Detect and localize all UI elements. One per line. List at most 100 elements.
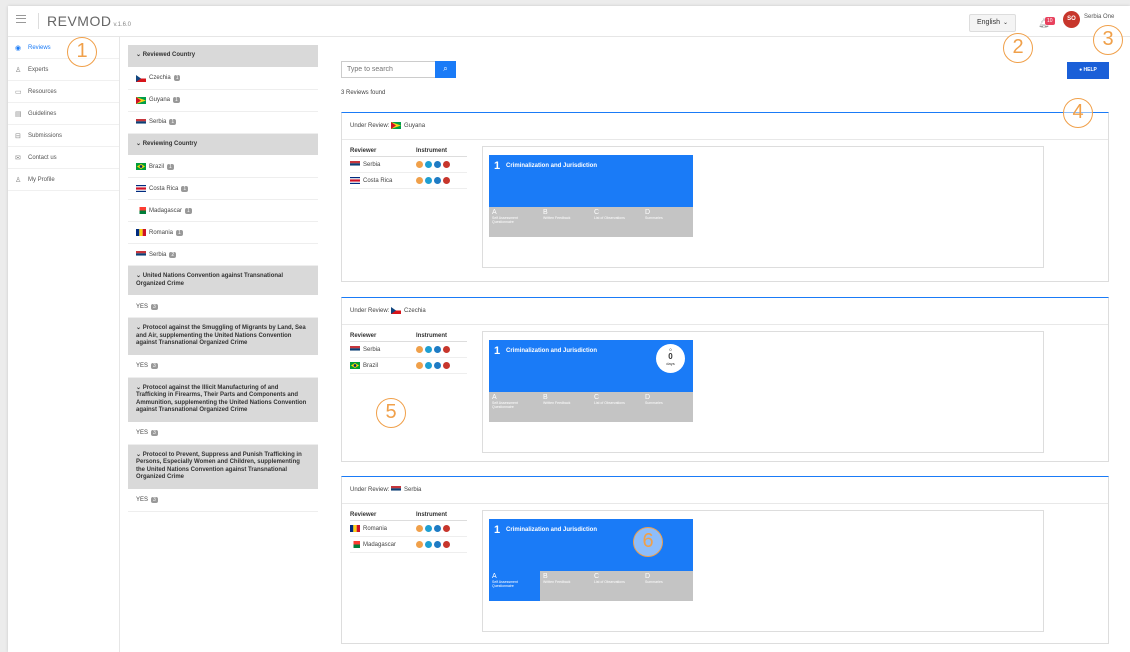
- filter-option-yes[interactable]: YES 3: [128, 356, 318, 378]
- stage-d[interactable]: D Summaries: [642, 571, 693, 601]
- filter-option-madagascar[interactable]: Madagascar 1: [128, 200, 318, 222]
- filter-option-serbia-reviewing[interactable]: Serbia 2: [128, 244, 318, 266]
- stage-d[interactable]: D Summaries: [642, 392, 693, 422]
- reviewer-table-header: Reviewer Instrument: [350, 333, 467, 342]
- user-avatar[interactable]: SO: [1063, 11, 1080, 28]
- reviewer-name[interactable]: Romania: [363, 526, 387, 532]
- filter-option-costa-rica[interactable]: Costa Rica 1: [128, 178, 318, 200]
- sidebar-item-contact-us[interactable]: ✉ Contact us: [8, 147, 119, 169]
- callout-4: 4: [1063, 98, 1093, 128]
- stage-b[interactable]: B Written Feedback: [540, 392, 591, 422]
- untoc-icon[interactable]: [416, 362, 423, 369]
- smuggling-protocol-icon[interactable]: [425, 346, 432, 353]
- stage-c[interactable]: C List of Observations: [591, 392, 642, 422]
- help-button[interactable]: ● HELP: [1067, 62, 1109, 79]
- firearms-protocol-icon[interactable]: [434, 541, 441, 548]
- chapter-title: Criminalization and Jurisdiction: [506, 348, 598, 354]
- smuggling-protocol-icon[interactable]: [425, 161, 432, 168]
- stage-desc: Written Feedback: [543, 401, 571, 405]
- sidebar-item-submissions[interactable]: ⊟ Submissions: [8, 125, 119, 147]
- sidebar-item-my-profile[interactable]: ♙ My Profile: [8, 169, 119, 191]
- reviewer-name[interactable]: Brazil: [363, 363, 378, 369]
- review-country[interactable]: Serbia: [404, 487, 421, 493]
- smuggling-protocol-icon[interactable]: [425, 177, 432, 184]
- filter-header-reviewing-country[interactable]: ⌄ Reviewing Country: [128, 133, 318, 156]
- trafficking-protocol-icon[interactable]: [443, 525, 450, 532]
- filter-option-yes[interactable]: YES 3: [128, 490, 318, 512]
- firearms-protocol-icon[interactable]: [434, 346, 441, 353]
- stage-b[interactable]: B Written Feedback: [540, 207, 591, 237]
- filter-option-label: Czechia: [149, 75, 171, 81]
- mail-icon: ✉: [15, 154, 21, 162]
- review-country[interactable]: Guyana: [404, 123, 425, 129]
- sidebar-item-resources[interactable]: ▭ Resources: [8, 81, 119, 103]
- sidebar-item-experts[interactable]: ♙ Experts: [8, 59, 119, 81]
- sidebar-item-reviews[interactable]: ◉ Reviews: [8, 37, 119, 59]
- chapter-tile[interactable]: 1 Criminalization and Jurisdiction: [489, 155, 693, 207]
- review-card-title: Under Review: Guyana: [342, 113, 1108, 140]
- filter-header-instrument-3[interactable]: ⌄ Protocol against the Illicit Manufactu…: [128, 377, 318, 423]
- chapter-title: Criminalization and Jurisdiction: [506, 163, 598, 169]
- untoc-icon[interactable]: [416, 525, 423, 532]
- filter-option-label: Serbia: [149, 251, 167, 258]
- stage-a[interactable]: A Self Assessment Questionnaire: [489, 207, 540, 237]
- language-label: English: [977, 19, 1000, 26]
- results-count: 3 Reviews found: [341, 90, 386, 96]
- trafficking-protocol-icon[interactable]: [443, 362, 450, 369]
- sidebar-item-guidelines[interactable]: ▤ Guidelines: [8, 103, 119, 125]
- untoc-icon[interactable]: [416, 161, 423, 168]
- reviewer-table: Reviewer Instrument Romania Madagascar: [350, 512, 467, 553]
- reviewer-name[interactable]: Serbia: [363, 162, 380, 168]
- folder-icon: ▭: [15, 88, 22, 96]
- col-instrument: Instrument: [416, 512, 448, 518]
- trafficking-protocol-icon[interactable]: [443, 541, 450, 548]
- trafficking-protocol-icon[interactable]: [443, 177, 450, 184]
- filter-header-instrument-4[interactable]: ⌄ Protocol to Prevent, Suppress and Puni…: [128, 444, 318, 490]
- reviewer-name[interactable]: Madagascar: [363, 542, 396, 548]
- count-badge: 1: [167, 163, 174, 170]
- search-button[interactable]: ⌕: [435, 61, 456, 78]
- app-logo[interactable]: REVMOD v.1.6.0: [38, 13, 131, 29]
- filter-header-reviewed-country[interactable]: ⌄ Reviewed Country: [128, 45, 318, 68]
- reviewer-name[interactable]: Costa Rica: [363, 178, 392, 184]
- untoc-icon[interactable]: [416, 541, 423, 548]
- firearms-protocol-icon[interactable]: [434, 525, 441, 532]
- stage-a[interactable]: A Self Assessment Questionnaire: [489, 571, 540, 601]
- smuggling-protocol-icon[interactable]: [425, 541, 432, 548]
- firearms-protocol-icon[interactable]: [434, 177, 441, 184]
- chapter-tile[interactable]: 1 Criminalization and Jurisdiction 0 0 days: [489, 340, 693, 392]
- user-name[interactable]: Serbia One: [1084, 14, 1114, 20]
- hamburger-menu-icon[interactable]: [16, 15, 26, 23]
- untoc-icon[interactable]: [416, 177, 423, 184]
- chapter-panel: 1 Criminalization and Jurisdiction A Self …: [482, 146, 1044, 268]
- filter-option-czechia[interactable]: Czechia 1: [128, 68, 318, 90]
- stage-c[interactable]: C List of Observations: [591, 207, 642, 237]
- filter-header-instrument-1[interactable]: ⌄ United Nations Convention against Tran…: [128, 266, 318, 296]
- filter-option-guyana[interactable]: Guyana 1: [128, 90, 318, 112]
- filter-option-serbia[interactable]: Serbia 1: [128, 112, 318, 134]
- smuggling-protocol-icon[interactable]: [425, 525, 432, 532]
- stage-b[interactable]: B Written Feedback: [540, 571, 591, 601]
- filter-option-romania[interactable]: Romania 1: [128, 222, 318, 244]
- filter-option-yes[interactable]: YES 3: [128, 296, 318, 318]
- firearms-protocol-icon[interactable]: [434, 161, 441, 168]
- filter-header-instrument-2[interactable]: ⌄ Protocol against the Smuggling of Migr…: [128, 318, 318, 356]
- notification-count-badge[interactable]: 10: [1045, 17, 1055, 25]
- stage-d[interactable]: D Summaries: [642, 207, 693, 237]
- untoc-icon[interactable]: [416, 346, 423, 353]
- firearms-protocol-icon[interactable]: [434, 362, 441, 369]
- review-country[interactable]: Czechia: [404, 308, 426, 314]
- stage-c[interactable]: C List of Observations: [591, 571, 642, 601]
- trafficking-protocol-icon[interactable]: [443, 346, 450, 353]
- filter-option-brazil[interactable]: Brazil 1: [128, 156, 318, 178]
- trafficking-protocol-icon[interactable]: [443, 161, 450, 168]
- reviewer-name[interactable]: Serbia: [363, 347, 380, 353]
- search-input[interactable]: [341, 61, 437, 78]
- language-select[interactable]: English ⌄: [969, 14, 1016, 32]
- filter-option-yes[interactable]: YES 3: [128, 423, 318, 445]
- stage-a[interactable]: A Self Assessment Questionnaire: [489, 392, 540, 422]
- filter-header-label: Reviewing Country: [142, 140, 198, 147]
- madagascar-flag-icon: [350, 541, 360, 548]
- filter-header-label: Protocol to Prevent, Suppress and Punish…: [136, 451, 302, 481]
- smuggling-protocol-icon[interactable]: [425, 362, 432, 369]
